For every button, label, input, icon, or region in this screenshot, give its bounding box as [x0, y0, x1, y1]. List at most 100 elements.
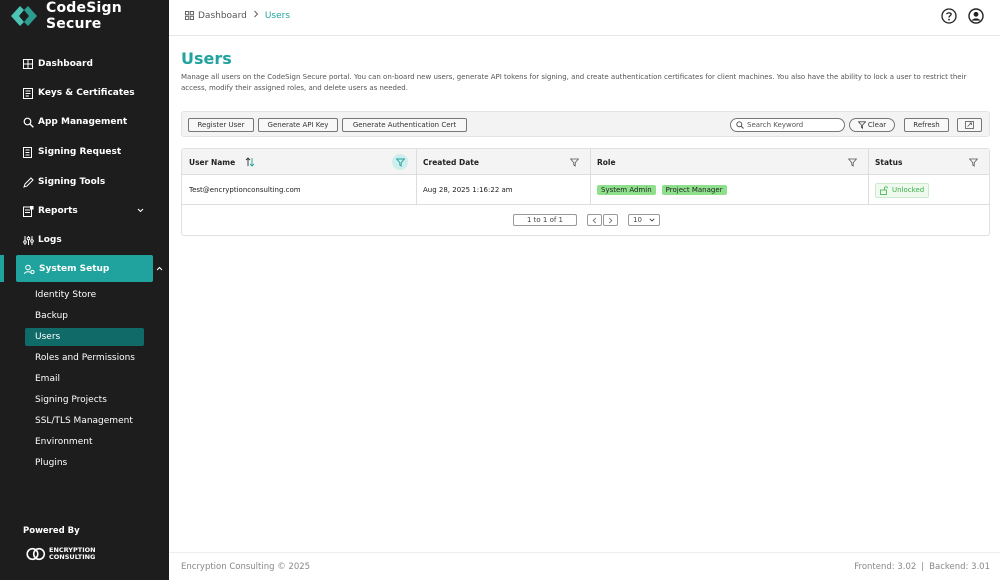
column-header-user-name[interactable]: User Name	[182, 149, 416, 175]
sidebar-item-label: Signing Request	[38, 147, 122, 157]
copyright: Encryption Consulting © 2025	[181, 562, 311, 572]
sidebar-item-app-management[interactable]: App Management	[22, 116, 127, 128]
breadcrumb-home-label: Dashboard	[198, 10, 247, 21]
sidebar-item-label: App Management	[38, 117, 128, 127]
sidebar-item-reports[interactable]: Reports	[22, 205, 144, 217]
sidebar-item-keys-certificates[interactable]: Keys & Certificates	[22, 87, 135, 99]
backend-version: Backend: 3.01	[929, 562, 990, 572]
version-separator: |	[921, 562, 925, 572]
export-icon	[965, 121, 974, 129]
sub-item-email[interactable]: Email	[35, 374, 60, 384]
filter-active-icon[interactable]	[392, 154, 408, 170]
sidebar-item-dashboard[interactable]: Dashboard	[22, 58, 93, 70]
chevron-up-icon	[156, 264, 163, 274]
sidebar-item-label: Dashboard	[38, 59, 93, 69]
unlock-icon	[880, 185, 888, 195]
chevron-right-icon	[253, 10, 259, 21]
help-icon[interactable]	[941, 8, 957, 24]
chevron-right-icon	[608, 217, 613, 224]
signing-tools-icon	[22, 176, 34, 188]
table-row[interactable]: Test@encryptionconsulting.com Aug 28, 20…	[182, 175, 989, 205]
signing-request-icon	[22, 146, 34, 158]
generate-auth-cert-button[interactable]: Generate Authentication Cert	[342, 118, 467, 132]
sidebar-item-label: Keys & Certificates	[38, 88, 135, 98]
filter-clear-icon	[857, 121, 866, 129]
column-header-role[interactable]: Role	[590, 149, 868, 175]
cell-created-date: Aug 28, 2025 1:16:22 am	[423, 186, 513, 194]
sub-item-identity-store[interactable]: Identity Store	[35, 290, 96, 300]
sidebar-item-label: System Setup	[39, 264, 110, 274]
sidebar-item-logs[interactable]: Logs	[22, 234, 62, 246]
filter-icon[interactable]	[967, 156, 979, 168]
refresh-button[interactable]: Refresh	[904, 118, 949, 132]
brand-name: CodeSign Secure	[46, 0, 122, 32]
encryption-consulting-logo: ENCRYPTION CONSULTING	[26, 547, 96, 561]
column-label: Role	[597, 157, 616, 167]
column-label: Status	[875, 157, 903, 167]
cell-role: System Admin Project Manager	[590, 175, 868, 205]
sub-item-signing-projects[interactable]: Signing Projects	[35, 395, 107, 405]
sidebar-item-label: Logs	[38, 235, 62, 245]
breadcrumb: Dashboard Users	[185, 10, 290, 21]
filter-icon[interactable]	[568, 156, 580, 168]
sidebar-item-system-setup[interactable]: System Setup	[23, 263, 163, 275]
search-input[interactable]	[747, 121, 837, 129]
sub-item-backup[interactable]: Backup	[35, 311, 68, 321]
logo-line-2: CONSULTING	[49, 553, 96, 561]
version-info: Frontend: 3.02 | Backend: 3.01	[854, 562, 990, 572]
column-label: User Name	[189, 157, 236, 167]
keys-icon	[22, 87, 34, 99]
pagination-range: 1 to 1 of 1	[513, 214, 577, 226]
breadcrumb-home[interactable]: Dashboard	[185, 11, 247, 21]
role-badge: Project Manager	[661, 185, 727, 195]
column-header-created-date[interactable]: Created Date	[416, 149, 589, 175]
cell-status: Unlocked	[868, 175, 989, 205]
user-account-icon[interactable]	[968, 8, 984, 24]
dashboard-icon	[22, 58, 34, 70]
footer: Encryption Consulting © 2025 Frontend: 3…	[169, 552, 1000, 580]
next-page-button[interactable]	[603, 214, 618, 226]
app-management-icon	[22, 116, 34, 128]
sort-ascending-icon[interactable]	[245, 157, 255, 167]
clear-label: Clear	[867, 121, 887, 129]
dashboard-grid-icon	[185, 11, 194, 20]
encryption-consulting-logo-icon	[26, 547, 46, 561]
sidebar-item-signing-request[interactable]: Signing Request	[22, 146, 121, 158]
page-title: Users	[181, 49, 232, 68]
chevron-down-icon	[137, 206, 144, 216]
frontend-version: Frontend: 3.02	[854, 562, 917, 572]
page-size-value: 10	[633, 216, 642, 224]
brand[interactable]: CodeSign Secure	[10, 0, 169, 32]
header: Dashboard Users	[169, 0, 1000, 36]
chevron-left-icon	[592, 217, 597, 224]
status-badge[interactable]: Unlocked	[875, 182, 930, 198]
page-description: Manage all users on the CodeSign Secure …	[181, 73, 967, 92]
logs-icon	[22, 234, 34, 246]
search-box	[730, 118, 845, 132]
chevron-down-icon	[649, 218, 655, 222]
prev-page-button[interactable]	[587, 214, 602, 226]
sub-item-plugins[interactable]: Plugins	[35, 458, 67, 468]
generate-api-key-button[interactable]: Generate API Key	[258, 118, 338, 132]
sidebar-item-signing-tools[interactable]: Signing Tools	[22, 176, 105, 188]
clear-filters-button[interactable]: Clear	[849, 118, 895, 132]
sub-item-roles-permissions[interactable]: Roles and Permissions	[35, 353, 135, 363]
page-size-select[interactable]: 10	[628, 214, 660, 226]
sub-item-ssl-tls-management[interactable]: SSL/TLS Management	[35, 416, 133, 426]
users-table: User Name Created Date Role Status Test@…	[181, 148, 990, 236]
search-icon	[736, 121, 744, 129]
export-button[interactable]	[957, 118, 982, 132]
active-indicator	[0, 255, 4, 282]
powered-by-label: Powered By	[23, 526, 80, 536]
column-label: Created Date	[423, 157, 479, 167]
sub-item-users[interactable]: Users	[35, 332, 60, 342]
sub-item-environment[interactable]: Environment	[35, 437, 92, 447]
sidebar: CodeSign Secure Dashboard Keys & Certifi…	[0, 0, 169, 580]
filter-icon[interactable]	[846, 156, 858, 168]
cell-user-name: Test@encryptionconsulting.com	[189, 186, 301, 194]
reports-icon	[22, 205, 34, 217]
register-user-button[interactable]: Register User	[188, 118, 254, 132]
sidebar-item-label: Signing Tools	[38, 177, 106, 187]
sidebar-item-label: Reports	[38, 206, 78, 216]
toolbar: Register User Generate API Key Generate …	[181, 111, 990, 137]
